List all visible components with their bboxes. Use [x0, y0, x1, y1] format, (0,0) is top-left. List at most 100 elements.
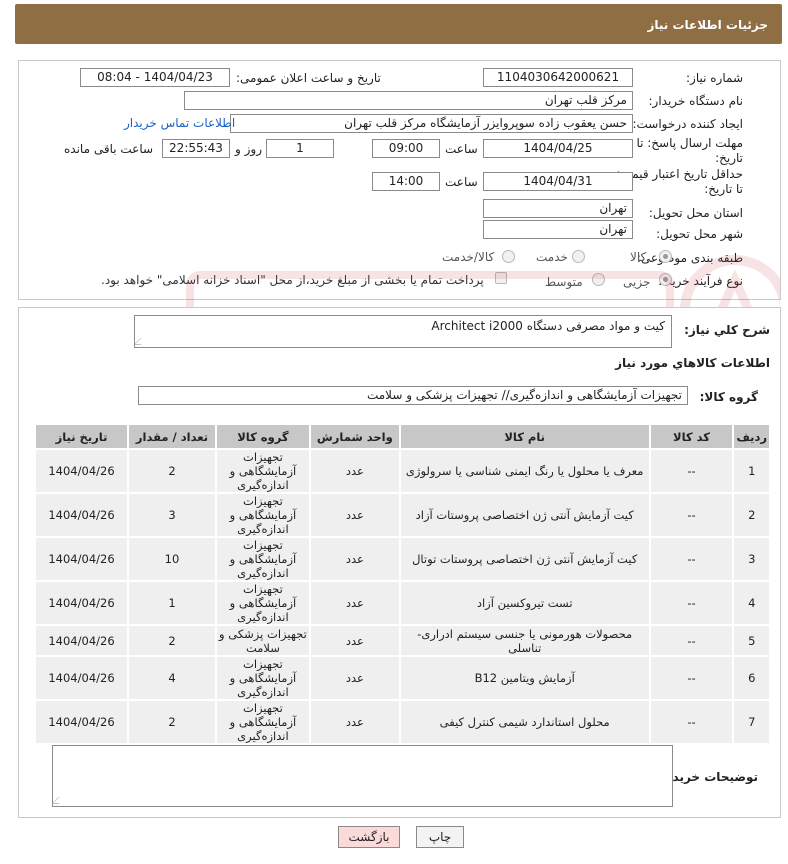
need-number-field[interactable]: 1104030642000621 [483, 68, 633, 87]
reply-days-label: روز و [235, 142, 262, 156]
item-quantity: 3 [129, 494, 215, 536]
buyer-org-label: نام دستگاه خریدار: [648, 94, 744, 108]
item-unit: عدد [310, 701, 399, 743]
page-title-bar: جزئیات اطلاعات نیاز [15, 4, 782, 44]
row-number: 5 [734, 626, 769, 655]
row-number: 2 [734, 494, 769, 536]
item-code: -- [650, 657, 733, 699]
row-number: 7 [734, 701, 769, 743]
resize-grip-icon[interactable] [133, 338, 148, 345]
items-table-body: 1 -- معرف یا محلول یا رنگ ایمنی شناسی یا س… [36, 450, 769, 743]
remaining-time-field[interactable]: 22:55:43 [162, 139, 230, 158]
buyer-notes-textarea[interactable] [51, 745, 673, 807]
col-header-unit: واحد شمارش [310, 425, 399, 448]
process-option-medium: متوسط [545, 275, 583, 289]
item-quantity: 10 [129, 538, 215, 580]
item-group: تجهیزات پزشکی و سلامت [216, 626, 309, 655]
resize-grip-icon[interactable] [51, 797, 66, 804]
price-validity-date-field[interactable]: 1404/04/31 [483, 172, 633, 191]
buyer-contact-link[interactable]: اطلاعات تماس خریدار [124, 116, 235, 130]
category-option-goods: کالا [630, 250, 647, 264]
reply-deadline-label: مهلت ارسال پاسخ: تا [636, 136, 743, 150]
item-unit: عدد [310, 538, 399, 580]
item-name: کیت آزمایش آنتی ژن اختصاصی پروستات توتال [400, 538, 649, 580]
table-row[interactable]: 1 -- معرف یا محلول یا رنگ ایمنی شناسی یا س… [36, 450, 769, 492]
process-radio-minor[interactable] [659, 273, 672, 286]
col-header-row: ردیف [734, 425, 769, 448]
description-textarea[interactable]: کیت و مواد مصرفی دستگاه Architect i2000 [133, 315, 672, 348]
col-header-group: گروه کالا [216, 425, 309, 448]
item-code: -- [650, 701, 733, 743]
treasury-checkbox[interactable] [495, 272, 507, 284]
col-header-date: تاریخ نیاز [36, 425, 128, 448]
item-code: -- [650, 538, 733, 580]
reply-time-field[interactable]: 09:00 [372, 139, 440, 158]
item-group: تجهیزات آزمایشگاهی و اندازه‌گیری [216, 582, 309, 624]
treasury-note: پرداخت تمام یا بخشی از مبلغ خرید،از محل … [101, 273, 484, 287]
city-label: شهر محل تحویل: [656, 227, 743, 241]
item-need-date: 1404/04/26 [36, 626, 128, 655]
category-radio-goods[interactable] [659, 250, 672, 263]
row-number: 6 [734, 657, 769, 699]
price-validity-date-label: تا تاریخ: [704, 182, 743, 196]
col-header-qty: تعداد / مقدار [129, 425, 215, 448]
col-header-code: کد کالا [650, 425, 733, 448]
back-button[interactable]: بازگشت [338, 826, 400, 848]
item-unit: عدد [310, 494, 399, 536]
reply-time-label: ساعت [445, 142, 478, 156]
item-quantity: 1 [129, 582, 215, 624]
items-table: ردیف کد کالا نام کالا واحد شمارش گروه کا… [34, 423, 771, 745]
item-need-date: 1404/04/26 [36, 701, 128, 743]
item-group: تجهیزات آزمایشگاهی و اندازه‌گیری [216, 701, 309, 743]
row-number: 4 [734, 582, 769, 624]
process-radio-medium[interactable] [592, 273, 605, 286]
city-field[interactable]: تهران [483, 220, 633, 239]
description-text: کیت و مواد مصرفی دستگاه Architect i2000 [431, 319, 665, 333]
table-row[interactable]: 5 -- محصولات هورمونی یا جنسی سیستم ادراری-… [36, 626, 769, 655]
item-unit: عدد [310, 450, 399, 492]
table-row[interactable]: 7 -- محلول استاندارد شیمی کنترل کیفی عدد تجه… [36, 701, 769, 743]
price-validity-time-field[interactable]: 14:00 [372, 172, 440, 191]
item-quantity: 2 [129, 626, 215, 655]
item-name: کیت آزمایش آنتی ژن اختصاصی پروستات آزاد [400, 494, 649, 536]
category-radio-service[interactable] [572, 250, 585, 263]
table-row[interactable]: 2 -- کیت آزمایش آنتی ژن اختصاصی پروستات آز… [36, 494, 769, 536]
item-quantity: 2 [129, 701, 215, 743]
item-name: تست تیروکسین آزاد [400, 582, 649, 624]
requester-field[interactable]: حسن یعقوب زاده سوپروایزر آزمایشگاه مرکز … [230, 114, 633, 133]
requester-label: ایجاد کننده درخواست: [632, 117, 743, 131]
price-validity-label: حداقل تاریخ اعتبار قیمت: [616, 167, 743, 181]
print-button[interactable]: چاپ [416, 826, 464, 848]
item-group: تجهیزات آزمایشگاهی و اندازه‌گیری [216, 538, 309, 580]
remaining-time-label: ساعت باقی مانده [64, 142, 154, 156]
item-code: -- [650, 626, 733, 655]
item-code: -- [650, 450, 733, 492]
item-need-date: 1404/04/26 [36, 657, 128, 699]
category-radio-goods-service[interactable] [502, 250, 515, 263]
goods-group-field[interactable]: تجهیزات آزمایشگاهی و اندازه‌گیری// تجهیز… [138, 386, 688, 405]
need-number-label: شماره نیاز: [686, 71, 743, 85]
reply-deadline-date-label: تاریخ: [715, 151, 743, 165]
table-row[interactable]: 3 -- کیت آزمایش آنتی ژن اختصاصی پروستات تو… [36, 538, 769, 580]
item-code: -- [650, 582, 733, 624]
category-option-goods-service: کالا/خدمت [442, 250, 495, 264]
category-label: طبقه بندی موضوعی: [636, 251, 743, 265]
item-unit: عدد [310, 582, 399, 624]
item-name: محصولات هورمونی یا جنسی سیستم ادراری-تنا… [400, 626, 649, 655]
item-name: معرف یا محلول یا رنگ ایمنی شناسی یا سرول… [400, 450, 649, 492]
table-row[interactable]: 6 -- آزمایش ویتامین B12 عدد تجهیزات آزمایشگا… [36, 657, 769, 699]
announce-datetime-label: تاریخ و ساعت اعلان عمومی: [236, 71, 381, 85]
table-row[interactable]: 4 -- تست تیروکسین آزاد عدد تجهیزات آزمایشگاه… [36, 582, 769, 624]
province-field[interactable]: تهران [483, 199, 633, 218]
buyer-org-field[interactable]: مرکز قلب تهران [184, 91, 633, 110]
table-header-row: ردیف کد کالا نام کالا واحد شمارش گروه کا… [36, 425, 769, 448]
item-group: تجهیزات آزمایشگاهی و اندازه‌گیری [216, 494, 309, 536]
item-need-date: 1404/04/26 [36, 582, 128, 624]
goods-info-title: اطلاعات کالاهاي مورد نياز [615, 356, 770, 370]
page-title: جزئیات اطلاعات نیاز [647, 18, 768, 32]
item-need-date: 1404/04/26 [36, 494, 128, 536]
announce-datetime-field[interactable]: 1404/04/23 - 08:04 [80, 68, 230, 87]
description-label: شرح کلي نياز: [684, 323, 770, 337]
reply-deadline-date-field[interactable]: 1404/04/25 [483, 139, 633, 158]
reply-days-field[interactable]: 1 [266, 139, 334, 158]
